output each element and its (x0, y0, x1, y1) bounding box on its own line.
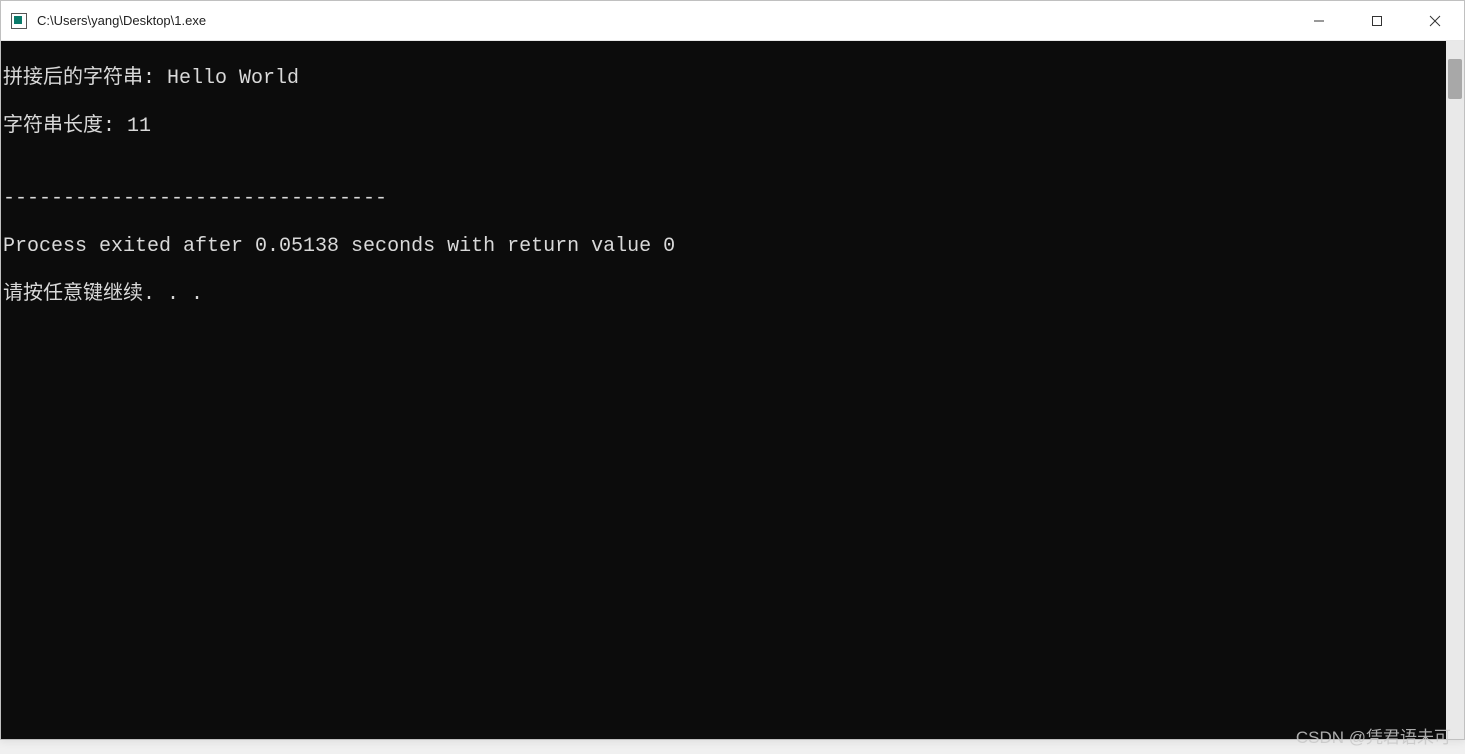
console-area: 拼接后的字符串: Hello World 字符串长度: 11 ---------… (1, 41, 1464, 739)
output-line: Process exited after 0.05138 seconds wit… (3, 235, 1444, 259)
minimize-button[interactable] (1290, 1, 1348, 40)
output-line: 请按任意键继续. . . (3, 283, 1444, 307)
console-output[interactable]: 拼接后的字符串: Hello World 字符串长度: 11 ---------… (1, 41, 1446, 739)
window-title: C:\Users\yang\Desktop\1.exe (37, 13, 1290, 28)
app-icon (11, 13, 27, 29)
output-line: -------------------------------- (3, 187, 1444, 211)
app-window: C:\Users\yang\Desktop\1.exe 拼接后的字符串: Hel… (0, 0, 1465, 740)
close-icon (1429, 15, 1441, 27)
scrollbar-thumb[interactable] (1448, 59, 1462, 99)
maximize-icon (1371, 15, 1383, 27)
minimize-icon (1313, 15, 1325, 27)
output-line: 拼接后的字符串: Hello World (3, 67, 1444, 91)
close-button[interactable] (1406, 1, 1464, 40)
maximize-button[interactable] (1348, 1, 1406, 40)
output-line: 字符串长度: 11 (3, 115, 1444, 139)
vertical-scrollbar[interactable] (1446, 41, 1464, 739)
window-controls (1290, 1, 1464, 40)
title-bar[interactable]: C:\Users\yang\Desktop\1.exe (1, 1, 1464, 41)
